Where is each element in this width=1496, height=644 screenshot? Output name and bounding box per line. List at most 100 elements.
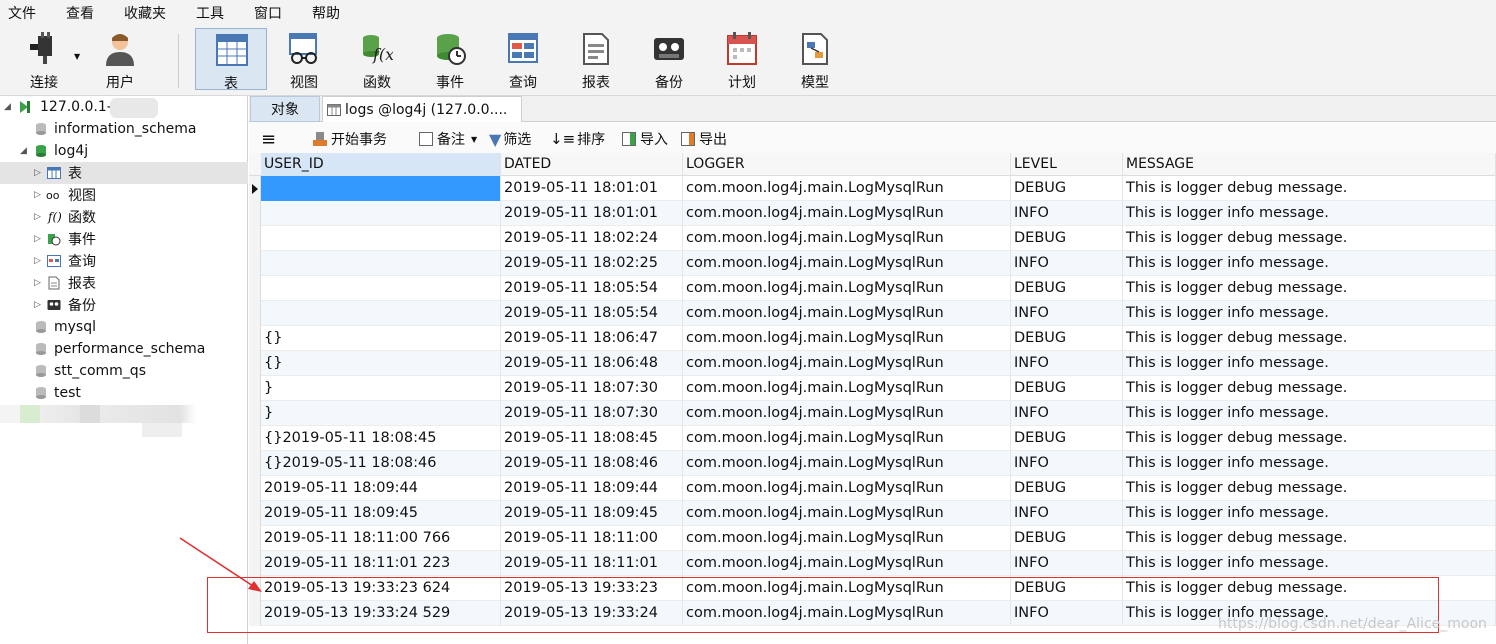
table-cell-logger[interactable]: com.moon.log4j.main.LogMysqlRun [683,526,1011,551]
table-cell-user-id[interactable] [261,176,501,201]
table-cell-user-id[interactable]: {}2019-05-11 18:08:46 [261,451,501,476]
table-row[interactable]: {} 2019-05-11 18:06:48 com.moon.log4j.main… [249,351,1496,376]
table-row[interactable]: {} 2019-05-11 18:06:47 com.moon.log4j.main… [249,326,1496,351]
table-button[interactable]: 表 [195,28,267,92]
table-cell-logger[interactable]: com.moon.log4j.main.LogMysqlRun [683,201,1011,226]
table-row[interactable]: } 2019-05-11 18:07:30 com.moon.log4j.main.… [249,376,1496,401]
table-cell-level[interactable]: DEBUG [1011,226,1123,251]
menu-icon[interactable]: ≡ [261,129,276,150]
table-cell-level[interactable]: INFO [1011,301,1123,326]
expand-arrow-icon[interactable]: ▷ [34,300,41,310]
table-cell-dated[interactable]: 2019-05-11 18:06:47 [501,326,683,351]
tree-item-mysql[interactable]: mysql [0,316,248,338]
report-button[interactable]: 报表 [560,28,632,91]
row-gutter[interactable] [249,301,261,326]
row-gutter[interactable] [249,201,261,226]
tree-item-connection[interactable]: ◢ 127.0.0.1- [0,96,248,118]
table-cell-message[interactable]: This is logger info message. [1123,301,1496,326]
table-cell-message[interactable]: This is logger debug message. [1123,476,1496,501]
table-cell-user-id[interactable] [261,201,501,226]
table-cell-logger[interactable]: com.moon.log4j.main.LogMysqlRun [683,351,1011,376]
table-cell-message[interactable]: This is logger debug message. [1123,226,1496,251]
table-cell-level[interactable]: INFO [1011,451,1123,476]
table-cell-level[interactable]: DEBUG [1011,326,1123,351]
row-gutter[interactable] [249,451,261,476]
begin-transaction-button[interactable]: 开始事务 [313,129,387,149]
table-cell-logger[interactable]: com.moon.log4j.main.LogMysqlRun [683,476,1011,501]
table-cell-dated[interactable]: 2019-05-11 18:07:30 [501,401,683,426]
table-cell-logger[interactable]: com.moon.log4j.main.LogMysqlRun [683,226,1011,251]
table-cell-logger[interactable]: com.moon.log4j.main.LogMysqlRun [683,551,1011,576]
menu-tools[interactable]: 工具 [192,3,228,23]
column-header-message[interactable]: MESSAGE [1123,153,1496,176]
menu-window[interactable]: 窗口 [250,3,286,23]
row-gutter[interactable] [249,376,261,401]
table-cell-user-id[interactable]: {} [261,326,501,351]
table-row[interactable]: 2019-05-11 18:09:45 2019-05-11 18:09:45 co… [249,501,1496,526]
table-cell-logger[interactable]: com.moon.log4j.main.LogMysqlRun [683,301,1011,326]
table-cell-dated[interactable]: 2019-05-11 18:05:54 [501,301,683,326]
table-cell-message[interactable]: This is logger info message. [1123,201,1496,226]
event-button[interactable]: 事件 [414,28,486,91]
table-row[interactable]: 2019-05-11 18:09:44 2019-05-11 18:09:44 co… [249,476,1496,501]
table-cell-logger[interactable]: com.moon.log4j.main.LogMysqlRun [683,451,1011,476]
table-cell-level[interactable]: DEBUG [1011,526,1123,551]
column-header-dated[interactable]: DATED [501,153,683,176]
table-row[interactable]: 2019-05-11 18:01:01 com.moon.log4j.main.L… [249,176,1496,201]
tree-item-reports[interactable]: ▷ 报表 [0,272,248,294]
table-cell-dated[interactable]: 2019-05-11 18:09:44 [501,476,683,501]
expand-arrow-icon[interactable]: ▷ [34,234,41,244]
table-cell-user-id[interactable] [261,226,501,251]
query-button[interactable]: 查询 [487,28,559,91]
collapse-arrow-icon[interactable]: ◢ [20,146,27,156]
connect-dropdown-icon[interactable]: ▼ [74,52,80,61]
table-cell-message[interactable]: This is logger debug message. [1123,276,1496,301]
menu-favorites[interactable]: 收藏夹 [120,3,170,23]
sort-button[interactable]: ↓≡ 排序 [550,129,605,149]
table-cell-dated[interactable]: 2019-05-11 18:08:46 [501,451,683,476]
row-gutter[interactable] [249,226,261,251]
table-cell-level[interactable]: INFO [1011,501,1123,526]
row-gutter[interactable] [249,176,261,201]
table-cell-level[interactable]: DEBUG [1011,176,1123,201]
table-row[interactable]: 2019-05-11 18:01:01 com.moon.log4j.main.L… [249,201,1496,226]
tree-item-performance-schema[interactable]: performance_schema [0,338,248,360]
menu-file[interactable]: 文件 [4,3,40,23]
table-cell-user-id[interactable]: 2019-05-11 18:09:44 [261,476,501,501]
table-cell-dated[interactable]: 2019-05-11 18:11:00 [501,526,683,551]
menu-help[interactable]: 帮助 [308,3,344,23]
table-cell-level[interactable]: DEBUG [1011,376,1123,401]
table-row[interactable]: 2019-05-11 18:11:00 766 2019-05-11 18:11:… [249,526,1496,551]
table-cell-message[interactable]: This is logger debug message. [1123,376,1496,401]
table-cell-user-id[interactable]: } [261,376,501,401]
table-cell-user-id[interactable]: 2019-05-11 18:11:00 766 [261,526,501,551]
table-cell-user-id[interactable]: {}2019-05-11 18:08:45 [261,426,501,451]
table-cell-message[interactable]: This is logger info message. [1123,501,1496,526]
user-button[interactable]: 用户 [84,28,156,91]
table-cell-message[interactable]: This is logger info message. [1123,251,1496,276]
table-row[interactable]: 2019-05-11 18:11:01 223 2019-05-11 18:11:… [249,551,1496,576]
table-cell-dated[interactable]: 2019-05-11 18:07:30 [501,376,683,401]
menu-view[interactable]: 查看 [62,3,98,23]
table-row[interactable]: 2019-05-11 18:02:24 com.moon.log4j.main.L… [249,226,1496,251]
export-button[interactable]: 导出 [681,129,727,149]
table-row[interactable]: 2019-05-11 18:05:54 com.moon.log4j.main.L… [249,276,1496,301]
table-cell-dated[interactable]: 2019-05-11 18:08:45 [501,426,683,451]
table-cell-user-id[interactable]: 2019-05-11 18:11:01 223 [261,551,501,576]
row-gutter[interactable] [249,501,261,526]
tree-item-tables[interactable]: ▷ 表 [0,162,248,184]
table-cell-message[interactable]: This is logger info message. [1123,401,1496,426]
table-cell-message[interactable]: This is logger debug message. [1123,326,1496,351]
view-button[interactable]: 视图 [268,28,340,91]
table-cell-level[interactable]: DEBUG [1011,426,1123,451]
row-gutter[interactable] [249,251,261,276]
table-cell-message[interactable]: This is logger debug message. [1123,426,1496,451]
row-gutter[interactable] [249,351,261,376]
tab-objects[interactable]: 对象 [250,96,320,122]
table-cell-dated[interactable]: 2019-05-11 18:02:24 [501,226,683,251]
table-row[interactable]: 2019-05-11 18:02:25 com.moon.log4j.main.L… [249,251,1496,276]
table-cell-user-id[interactable] [261,251,501,276]
collapse-arrow-icon[interactable]: ◢ [4,102,11,112]
expand-arrow-icon[interactable]: ▷ [34,190,41,200]
table-cell-logger[interactable]: com.moon.log4j.main.LogMysqlRun [683,176,1011,201]
